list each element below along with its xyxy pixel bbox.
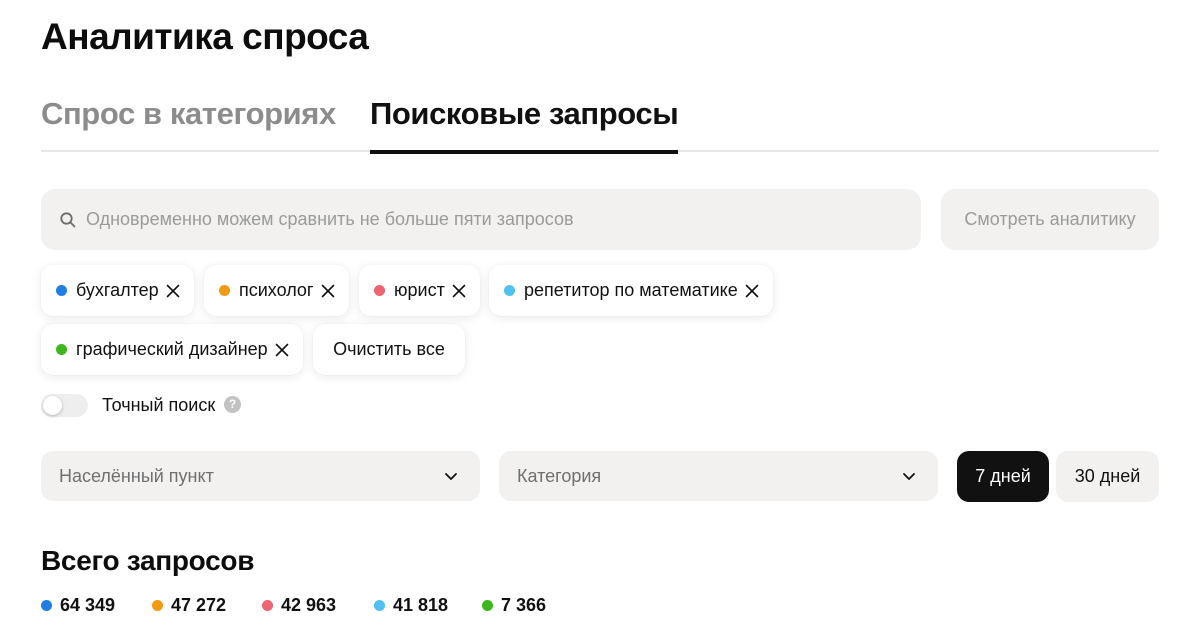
query-chip-label: графический дизайнер bbox=[76, 339, 268, 359]
search-input[interactable] bbox=[86, 209, 921, 230]
chevron-down-icon bbox=[442, 467, 460, 485]
total-color-dot bbox=[41, 600, 52, 611]
period-7-days-button[interactable]: 7 дней bbox=[957, 451, 1049, 502]
total-color-dot bbox=[152, 600, 163, 611]
close-icon[interactable] bbox=[274, 342, 290, 358]
query-chip-label: юрист bbox=[394, 280, 445, 300]
total-item: 41 818 bbox=[374, 595, 448, 616]
chevron-down-icon bbox=[900, 467, 918, 485]
total-value: 41 818 bbox=[393, 595, 449, 615]
total-color-dot bbox=[374, 600, 385, 611]
period-30-days-button[interactable]: 30 дней bbox=[1056, 451, 1159, 502]
query-color-dot bbox=[56, 285, 67, 296]
toggle-knob bbox=[43, 396, 62, 415]
total-item: 64 349 bbox=[41, 595, 115, 616]
total-item: 47 272 bbox=[152, 595, 226, 616]
query-chip-psychologist: психолог bbox=[204, 265, 349, 316]
city-select[interactable]: Населённый пункт bbox=[41, 451, 480, 501]
total-value: 42 963 bbox=[281, 595, 337, 615]
total-color-dot bbox=[262, 600, 273, 611]
category-select[interactable]: Категория bbox=[499, 451, 938, 501]
close-icon[interactable] bbox=[165, 283, 181, 299]
query-chip-label: бухгалтер bbox=[76, 280, 159, 300]
query-chip-label: репетитор по математике bbox=[524, 280, 738, 300]
total-color-dot bbox=[482, 600, 493, 611]
query-chip-label: психолог bbox=[239, 280, 314, 300]
query-chip-lawyer: юрист bbox=[359, 265, 480, 316]
query-chip-math-tutor: репетитор по математике bbox=[489, 265, 773, 316]
search-icon bbox=[59, 211, 77, 229]
category-select-label: Категория bbox=[517, 465, 602, 486]
close-icon[interactable] bbox=[744, 283, 760, 299]
query-color-dot bbox=[219, 285, 230, 296]
totals-title: Всего запросов bbox=[41, 545, 255, 576]
total-value: 7 366 bbox=[501, 595, 547, 615]
tab-category-demand[interactable]: Спрос в категориях bbox=[41, 96, 336, 152]
query-chip-accountant: бухгалтер bbox=[41, 265, 194, 316]
close-icon[interactable] bbox=[320, 283, 336, 299]
tabs: Спрос в категориях Поисковые запросы bbox=[41, 96, 1159, 154]
page-title: Аналитика спроса bbox=[41, 16, 369, 57]
search-box[interactable] bbox=[41, 189, 921, 250]
close-icon[interactable] bbox=[451, 283, 467, 299]
query-chip-graphic-designer: графический дизайнер bbox=[41, 324, 303, 375]
query-color-dot bbox=[504, 285, 515, 296]
query-color-dot bbox=[374, 285, 385, 296]
view-analytics-button[interactable]: Смотреть аналитику bbox=[941, 189, 1159, 250]
exact-search-toggle[interactable] bbox=[41, 394, 88, 417]
city-select-label: Населённый пункт bbox=[59, 465, 214, 486]
total-value: 47 272 bbox=[171, 595, 227, 615]
query-color-dot bbox=[56, 344, 67, 355]
total-item: 7 366 bbox=[482, 595, 546, 616]
total-item: 42 963 bbox=[262, 595, 336, 616]
clear-all-button[interactable]: Очистить все bbox=[313, 324, 465, 375]
demand-analytics-page: Аналитика спроса Спрос в категориях Поис… bbox=[0, 0, 1200, 644]
exact-search-label: Точный поиск bbox=[102, 395, 216, 415]
tab-search-queries[interactable]: Поисковые запросы bbox=[370, 96, 679, 154]
total-value: 64 349 bbox=[60, 595, 116, 615]
help-icon[interactable]: ? bbox=[224, 396, 241, 413]
